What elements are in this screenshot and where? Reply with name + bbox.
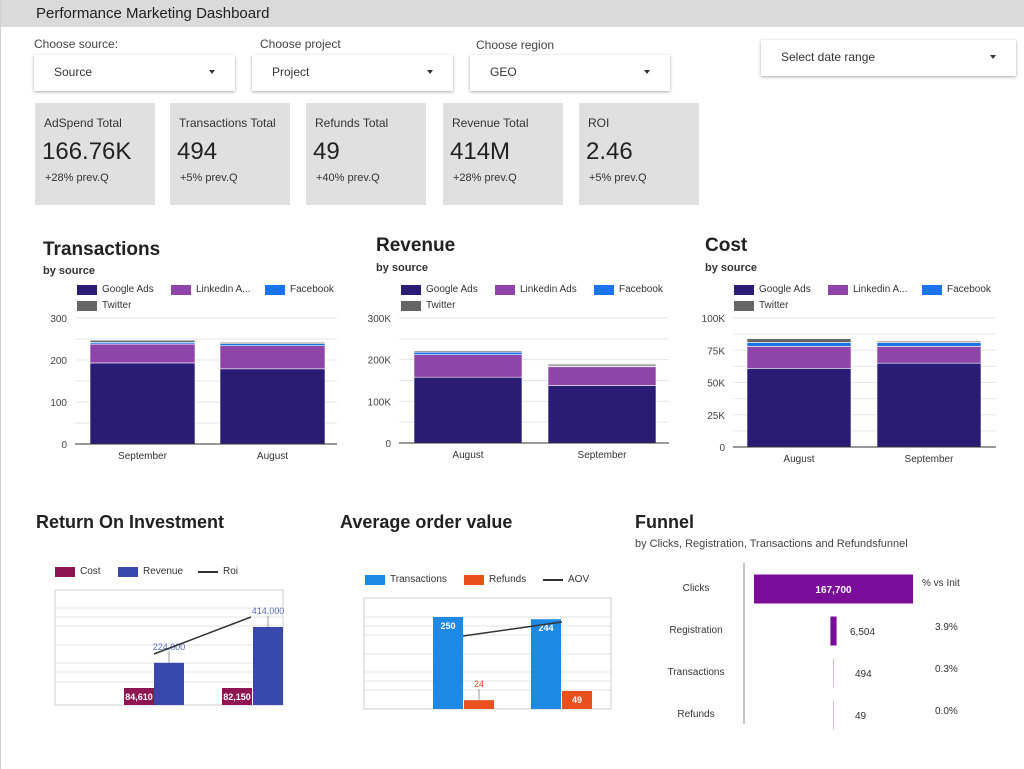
funnel-pct-label: 3.9% [935, 622, 958, 633]
legend-label: Revenue [143, 566, 184, 577]
bar-segment-facebook [746, 342, 852, 347]
legend-swatch [365, 574, 385, 585]
bar-segment-google-ads [413, 376, 523, 444]
x-tick-label: August [257, 451, 288, 462]
x-tick-label: September [578, 450, 628, 461]
y-tick-label: 0 [61, 440, 67, 451]
funnel-stage-label: Registration [669, 625, 723, 636]
bar-segment-linkedin-ads [876, 346, 982, 364]
funnel-value-label: 49 [855, 711, 867, 722]
bar-segment-twitter [547, 363, 657, 367]
bar-segment-twitter [89, 339, 196, 343]
legend-swatch [118, 566, 138, 577]
legend-label: Cost [80, 566, 101, 577]
funnel-stage-label: Transactions [667, 667, 725, 678]
data-label-refunds: 49 [572, 695, 582, 705]
legend-label: AOV [568, 574, 590, 585]
bar-segment-google-ads [547, 385, 657, 444]
y-tick-label: 0 [719, 443, 725, 454]
legend-roi: Cost Revenue Roi [55, 566, 285, 580]
data-label-cost: 82,150 [223, 692, 251, 702]
funnel-pct-label: 0.0% [935, 706, 958, 717]
y-tick-label: 100 [50, 398, 67, 409]
legend-label: Refunds [489, 574, 527, 585]
x-tick-label: September [118, 451, 168, 462]
chart-title-aov: Average order value [340, 512, 513, 532]
funnel-value-label: 6,504 [850, 627, 876, 638]
legend-label: Roi [223, 566, 239, 577]
bar-segment-twitter [876, 340, 982, 343]
legend-swatch [55, 566, 75, 577]
bar-segment-twitter [746, 338, 852, 343]
data-label-refunds: 24 [474, 679, 484, 689]
legend-item: Cost [55, 566, 101, 577]
bar-segment-linkedin-ads [547, 366, 657, 386]
bar-refunds [464, 700, 494, 709]
legend-item: AOV [543, 574, 589, 585]
funnel-stage-label: Clicks [682, 583, 710, 594]
bar-segment-linkedin-ads [746, 346, 852, 369]
stacked-charts-canvas: 0 100 200 300 September August 0 100K 200K 300K Au… [50, 314, 996, 730]
y-tick-label: 100K [368, 397, 392, 408]
chart-title-roi: Return On Investment [36, 512, 225, 532]
funnel-bar [833, 658, 834, 688]
bar-segment-facebook [413, 351, 523, 355]
bar-segment-google-ads [876, 362, 982, 448]
legend-item: Refunds [464, 574, 526, 585]
bar-segment-twitter [413, 350, 523, 353]
bar-revenue [154, 662, 184, 705]
y-tick-label: 200 [50, 356, 67, 367]
bar-segment-facebook [219, 343, 326, 347]
funnel-value-label: 494 [855, 669, 872, 680]
y-tick-label: 300 [50, 314, 67, 325]
chart-title-funnel: Funnel [635, 512, 694, 532]
funnel-value-label: 167,700 [815, 585, 852, 596]
y-tick-label: 200K [368, 356, 392, 367]
y-tick-label: 300K [368, 314, 392, 325]
data-label-transactions: 250 [440, 621, 455, 631]
bar-segment-linkedin-ads [219, 345, 326, 370]
legend-item: Revenue [118, 566, 183, 577]
funnel-bar [830, 616, 837, 646]
legend-item: Roi [198, 566, 238, 577]
bar-segment-google-ads [746, 368, 852, 448]
bar-segment-twitter [219, 342, 326, 344]
bar-segment-linkedin-ads [89, 343, 196, 364]
legend-line [198, 570, 218, 573]
funnel-pct-label: 0.3% [935, 664, 958, 675]
x-tick-label: August [452, 450, 483, 461]
legend-swatch [464, 574, 484, 585]
bar-revenue [253, 627, 283, 705]
data-label-revenue: 414,000 [252, 606, 285, 616]
funnel-bar [833, 700, 834, 730]
funnel-pct-header: % vs Init [922, 578, 960, 589]
chart-subtitle-funnel: by Clicks, Registration, Transactions an… [635, 538, 908, 550]
y-tick-label: 100K [702, 314, 726, 325]
data-label-cost: 84,610 [125, 692, 153, 702]
bar-segment-google-ads [219, 368, 326, 445]
x-tick-label: August [783, 454, 814, 465]
legend-label: Transactions [390, 574, 447, 585]
bar-segment-google-ads [89, 362, 196, 445]
y-tick-label: 75K [707, 346, 725, 357]
legend-aov: Transactions Refunds AOV [365, 574, 615, 588]
bar-segment-facebook [876, 342, 982, 347]
x-tick-label: September [905, 454, 955, 465]
legend-line [543, 578, 563, 581]
bar-segment-linkedin-ads [413, 354, 523, 378]
y-tick-label: 25K [707, 411, 725, 422]
y-tick-label: 50K [707, 379, 725, 390]
legend-item: Transactions [365, 574, 447, 585]
funnel-stage-label: Refunds [677, 709, 715, 720]
y-tick-label: 0 [385, 439, 391, 450]
